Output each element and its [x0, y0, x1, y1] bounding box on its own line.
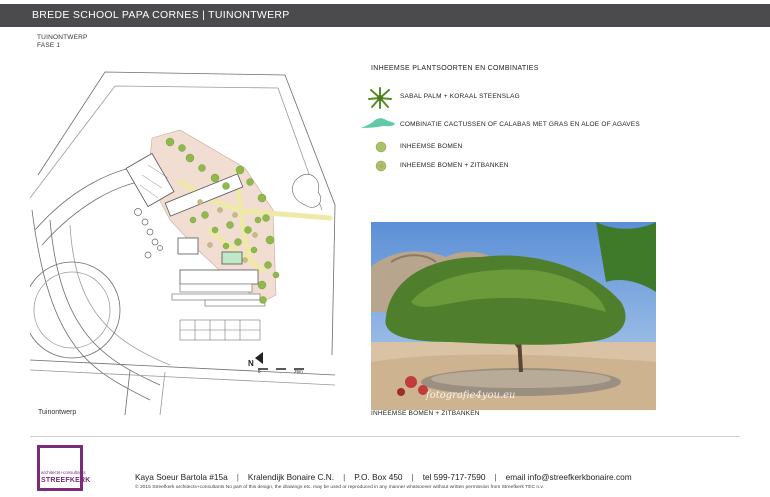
tree-photo-image — [371, 222, 656, 410]
tree-dot-icon — [375, 141, 387, 153]
header-bar: BREDE SCHOOL PAPA CORNES | TUINONTWERP — [0, 4, 770, 27]
legend-item-planting-bed: COMBINATIE CACTUSSEN OF CALABAS MET GRAS… — [360, 116, 660, 136]
planting-bed-icon — [361, 118, 395, 128]
north-label: N — [248, 359, 254, 368]
address-street: Kaya Soeur Bartola #15a — [135, 472, 228, 482]
phase-label: FASE 1 — [37, 42, 61, 49]
logo-tagline: architects+consultants — [41, 470, 86, 475]
drawing-subtitle: TUINONTWERP — [37, 34, 88, 41]
seating-circles — [134, 208, 163, 259]
address-phone: tel 599-717-7590 — [422, 472, 486, 482]
page-title: BREDE SCHOOL PAPA CORNES | TUINONTWERP — [32, 9, 290, 21]
scale-start-label: 0 — [258, 369, 261, 374]
address-email: email info@streefkerkbonaire.com — [505, 472, 632, 482]
legend-label-trees-benches: INHEEMSE BOMEN + ZITBANKEN — [400, 162, 509, 169]
north-arrow — [255, 352, 263, 364]
parking — [179, 319, 261, 341]
footer-address: Kaya Soeur Bartola #15a | Kralendijk Bonai… — [135, 472, 632, 482]
legend-label-planting-bed: COMBINATIE CACTUSSEN OF CALABAS MET GRAS… — [400, 121, 640, 128]
address-city: Kralendijk Bonaire C.N. — [247, 472, 335, 482]
address-pobox: P.O. Box 450 — [354, 472, 403, 482]
site-plan-drawing — [23, 71, 336, 416]
legend-item-native-trees: INHEEMSE BOMEN — [375, 141, 675, 161]
logo-wordmark: STREEFKERK — [41, 477, 91, 484]
tree-bench-icon — [375, 160, 387, 172]
legend-label-sabal-palm: SABAL PALM + KORAAL STEENSLAG — [400, 93, 520, 100]
footer-divider — [30, 436, 740, 437]
legend-title: INHEEMSE PLANTSOORTEN EN COMBINATIES — [371, 65, 539, 72]
site-plan: N 0 25m — [23, 70, 340, 416]
streefkerk-logo: architects+consultants STREEFKERK — [37, 445, 91, 491]
palm-icon — [368, 87, 392, 109]
legend-label-native-trees: INHEEMSE BOMEN — [400, 143, 463, 150]
legend-item-trees-benches: INHEEMSE BOMEN + ZITBANKEN — [375, 160, 675, 180]
photo-watermark: fotografie4you.eu — [426, 390, 516, 401]
tree-photo: fotografie4you.eu — [371, 222, 656, 410]
legend-item-sabal-palm: SABAL PALM + KORAAL STEENSLAG — [367, 86, 667, 109]
plan-caption: Tuinontwerp — [38, 409, 77, 416]
copyright-notice: © 2015 Streefkerk architects+consultants… — [135, 485, 544, 490]
photo-caption: INHEEMSE BOMEN + ZITBANKEN — [371, 410, 480, 417]
scale-end-label: 25m — [294, 369, 303, 374]
